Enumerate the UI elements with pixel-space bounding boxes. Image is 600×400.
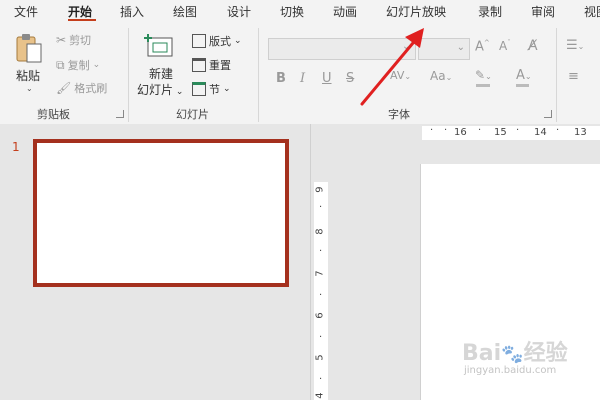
watermark-brand: Bai🐾经验 bbox=[462, 341, 568, 366]
watermark: Bai🐾经验 jingyan.baidu.com bbox=[450, 335, 590, 385]
watermark-url: jingyan.baidu.com bbox=[464, 365, 557, 376]
